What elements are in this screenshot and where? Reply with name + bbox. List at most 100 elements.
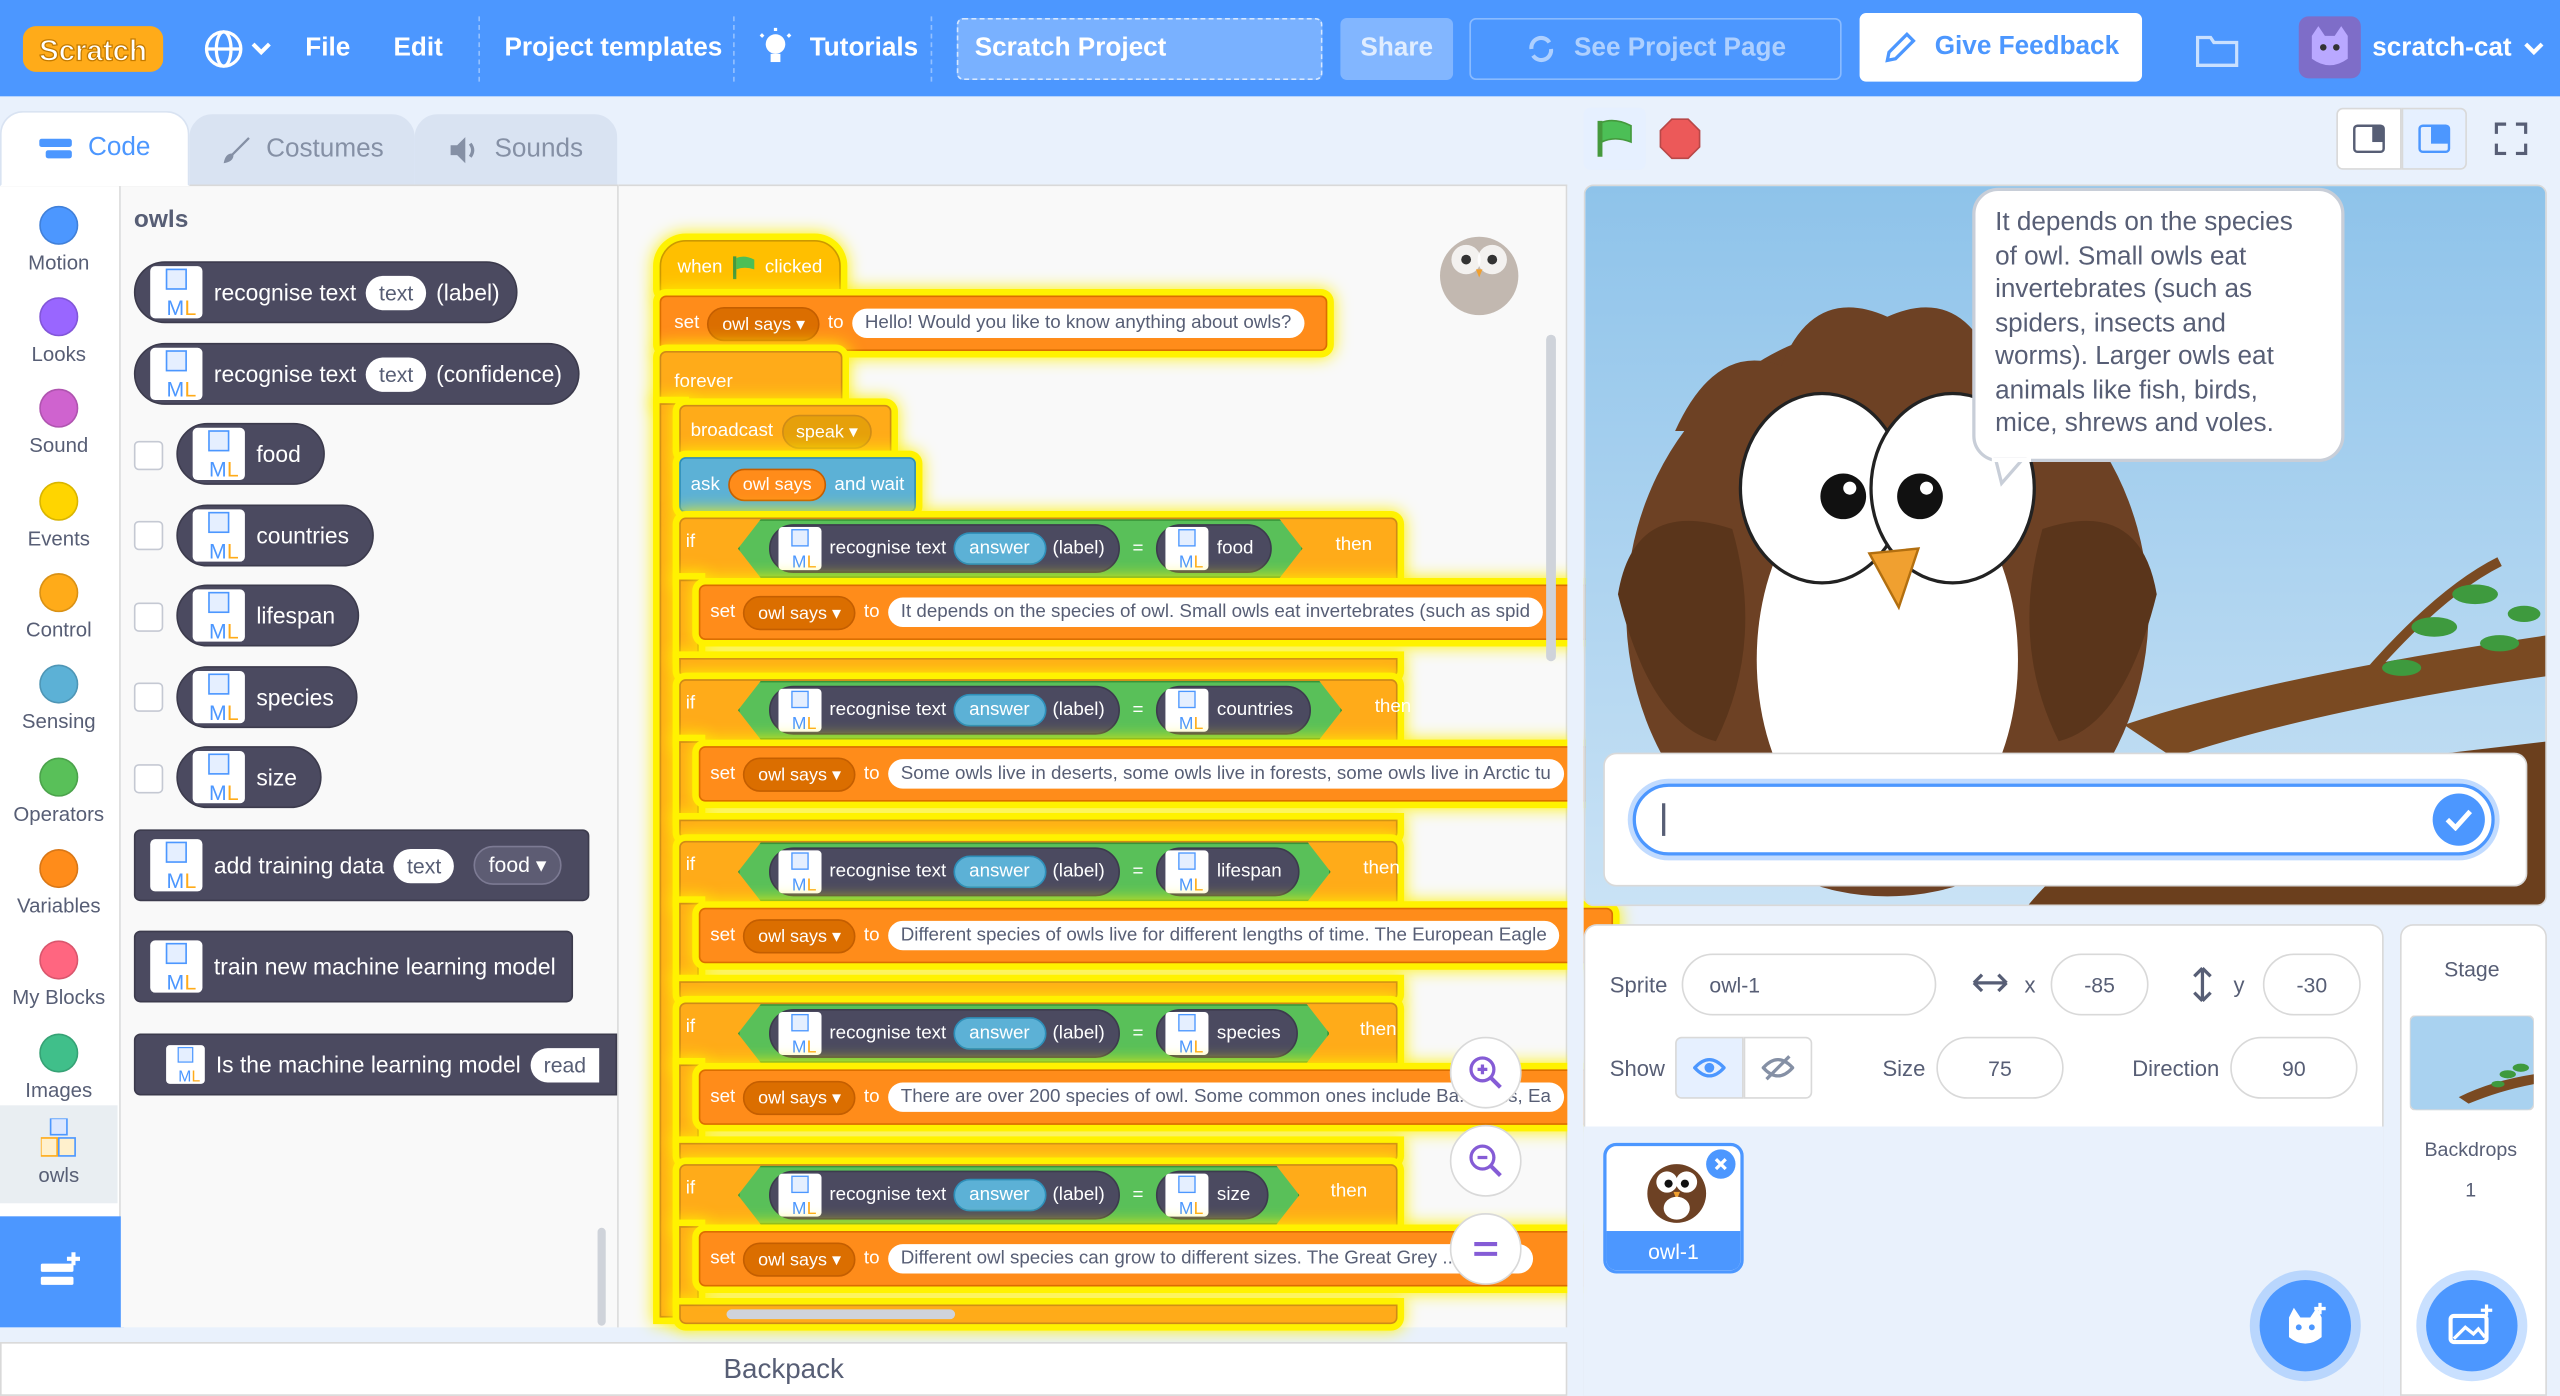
palette-scrollbar[interactable] (597, 1227, 606, 1326)
equals-condition[interactable]: M Lrecognise text answer (label) = M Llifespan (738, 842, 1331, 901)
fullscreen-button[interactable] (2478, 108, 2543, 170)
set-owl-says-block[interactable]: set owl says ▾ to Some owls live in deserts… (698, 746, 1614, 802)
answer-reporter[interactable]: answer (953, 532, 1046, 565)
text-slot[interactable]: text (365, 275, 427, 310)
show-size-checkbox[interactable] (133, 764, 164, 794)
label-reporter[interactable]: M Lcountries (1157, 686, 1312, 735)
add-training-data-block[interactable]: ML add training data text food ▾ (133, 829, 589, 902)
label-reporter[interactable]: M Llifespan (1157, 847, 1300, 896)
owl-says-reporter[interactable]: owl says (728, 468, 827, 502)
message-dropdown[interactable]: speak ▾ (781, 413, 873, 449)
scratch-logo[interactable]: Scratch (22, 23, 164, 75)
category-looks[interactable]: Looks (0, 284, 118, 375)
avatar[interactable] (2298, 16, 2361, 79)
set-owl-says-block[interactable]: set owl says ▾ to It depends on the species… (698, 584, 1614, 640)
set-owl-says-hello-block[interactable]: set owl says ▾ to Hello! Would you like … (659, 295, 1328, 352)
language-menu[interactable] (202, 0, 271, 96)
recognise-confidence-block[interactable]: ML recognise text text (confidence) (133, 342, 580, 405)
text-slot[interactable]: text (393, 848, 455, 883)
answer-reporter[interactable]: answer (953, 694, 1046, 727)
model-dropdown[interactable]: read (530, 1047, 600, 1082)
show-food-checkbox[interactable] (133, 440, 164, 471)
label-reporter[interactable]: M Lfood (1157, 524, 1272, 573)
value-input[interactable]: Different species of owls live for diffe… (887, 920, 1560, 951)
broadcast-speak-block[interactable]: broadcast speak ▾ (679, 404, 893, 458)
file-menu[interactable]: File (305, 0, 350, 96)
zoom-in-button[interactable] (1449, 1036, 1522, 1109)
tab-sounds[interactable]: Sounds (414, 114, 618, 187)
account-menu[interactable]: scratch-cat (2372, 0, 2545, 96)
small-stage-button[interactable] (2336, 107, 2402, 170)
category-owls[interactable]: owls (0, 1105, 118, 1204)
equals-condition[interactable]: M Lrecognise text answer (label) = M Lcountrie… (738, 681, 1342, 740)
normal-stage-button[interactable] (2401, 107, 2467, 170)
add-sprite-button[interactable] (2259, 1279, 2352, 1372)
recognise-text-reporter[interactable]: M Lrecognise text answer (label) (769, 847, 1119, 896)
category-events[interactable]: Events (0, 469, 118, 560)
equals-condition[interactable]: M Lrecognise text answer (label) = M Lspecies (738, 1004, 1330, 1063)
value-input[interactable]: Some owls live in deserts, some owls liv… (887, 759, 1564, 789)
folder-icon[interactable] (2195, 31, 2239, 67)
project-templates-menu[interactable]: Project templates (504, 0, 722, 96)
ask-and-wait-block[interactable]: ask owl says and wait (679, 457, 916, 513)
label-food-block[interactable]: ML food (176, 422, 326, 485)
show-hidden-button[interactable] (1743, 1036, 1813, 1099)
see-project-page-button[interactable]: See Project Page (1469, 17, 1842, 80)
category-sensing[interactable]: Sensing (0, 651, 118, 742)
equals-condition[interactable]: M Lrecognise text answer (label) = M Lsize (738, 1166, 1299, 1225)
label-dropdown[interactable]: food ▾ (473, 845, 562, 885)
recognise-text-reporter[interactable]: M Lrecognise text answer (label) (769, 686, 1119, 735)
label-species-block[interactable]: ML species (176, 666, 359, 729)
recognise-text-reporter[interactable]: M Lrecognise text answer (label) (769, 1009, 1119, 1058)
recognise-label-block[interactable]: ML recognise text text (label) (133, 261, 518, 324)
is-model-ready-block[interactable]: ML Is the machine learning model read (133, 1033, 618, 1096)
tutorials-button[interactable]: Tutorials (758, 0, 918, 96)
show-visible-button[interactable] (1675, 1036, 1744, 1099)
submit-answer-button[interactable] (2432, 793, 2485, 846)
label-reporter[interactable]: M Lsize (1157, 1171, 1269, 1220)
zoom-reset-button[interactable] (1449, 1213, 1522, 1285)
show-species-checkbox[interactable] (133, 682, 164, 712)
when-flag-clicked-block[interactable]: when clicked (659, 239, 841, 296)
script-vertical-scrollbar[interactable] (1546, 334, 1556, 662)
share-button[interactable]: Share (1340, 17, 1454, 80)
x-input[interactable]: -85 (2050, 953, 2149, 1016)
text-slot[interactable]: text (365, 356, 427, 392)
label-reporter[interactable]: M Lspecies (1157, 1009, 1299, 1058)
variable-dropdown[interactable]: owl says ▾ (743, 918, 856, 953)
edit-menu[interactable]: Edit (393, 0, 442, 96)
variable-dropdown[interactable]: owl says ▾ (743, 756, 856, 792)
value-input[interactable]: Hello! Would you like to know anything a… (851, 308, 1305, 338)
label-countries-block[interactable]: ML countries (176, 504, 374, 567)
category-variables[interactable]: Variables (0, 836, 118, 927)
ask-answer-input[interactable] (1632, 783, 2495, 856)
backpack[interactable]: Backpack (0, 1342, 1568, 1396)
backdrop-thumbnail[interactable] (2409, 1015, 2534, 1111)
recognise-text-reporter[interactable]: M Lrecognise text answer (label) (769, 524, 1119, 573)
set-owl-says-block[interactable]: set owl says ▾ to Different species of owls… (698, 907, 1614, 964)
variable-dropdown[interactable]: owl says ▾ (743, 595, 856, 630)
add-extension-button[interactable] (0, 1216, 125, 1328)
show-countries-checkbox[interactable] (133, 520, 164, 551)
answer-reporter[interactable]: answer (953, 1179, 1046, 1212)
category-images[interactable]: Images (0, 1020, 118, 1111)
delete-sprite-button[interactable] (1706, 1149, 1736, 1179)
tab-costumes[interactable]: Costumes (189, 114, 415, 187)
green-flag-button[interactable] (1583, 107, 1646, 170)
script-horizontal-scrollbar[interactable] (726, 1309, 956, 1320)
value-input[interactable]: Different owl species can grow to differ… (887, 1244, 1533, 1274)
equals-condition[interactable]: M Lrecognise text answer (label) = M Lfood (738, 519, 1303, 578)
variable-dropdown[interactable]: owl says ▾ (743, 1079, 856, 1115)
label-size-block[interactable]: ML size (176, 746, 322, 809)
answer-reporter[interactable]: answer (953, 856, 1046, 889)
variable-dropdown[interactable]: owl says ▾ (707, 306, 820, 341)
label-lifespan-block[interactable]: ML lifespan (176, 584, 360, 647)
answer-reporter[interactable]: answer (953, 1017, 1046, 1050)
sprite-name-input[interactable]: owl-1 (1681, 953, 1937, 1016)
size-input[interactable]: 75 (1936, 1036, 2064, 1099)
category-control[interactable]: Control (0, 560, 118, 651)
y-input[interactable]: -30 (2262, 953, 2361, 1016)
variable-dropdown[interactable]: owl says ▾ (743, 1241, 856, 1276)
zoom-out-button[interactable] (1449, 1124, 1522, 1197)
recognise-text-reporter[interactable]: M Lrecognise text answer (label) (769, 1171, 1119, 1220)
